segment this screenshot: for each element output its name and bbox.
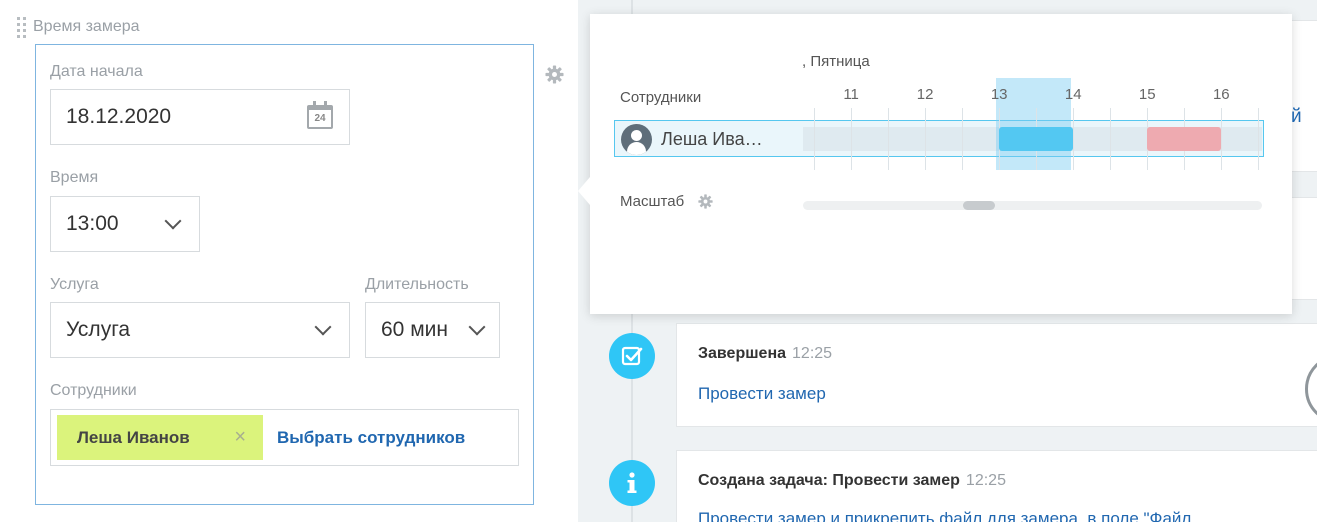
check-square-icon xyxy=(609,333,655,379)
hour-label: 16 xyxy=(1212,86,1230,103)
event-title: Завершена 12:25 xyxy=(698,345,833,362)
event-time: 12:25 xyxy=(965,472,1006,489)
time-label: Время xyxy=(50,169,99,186)
day-label: , Пятница xyxy=(802,53,870,70)
grid-line xyxy=(814,108,816,170)
employees-header: Сотрудники xyxy=(620,89,702,106)
grid-line xyxy=(888,108,890,170)
measurement-time-panel: Время замера Дата начала 18.12.2020 24 В… xyxy=(0,0,578,522)
timeline-event-completed: Завершена 12:25 Провести замер xyxy=(676,323,1317,427)
hour-label: 13 xyxy=(990,86,1008,103)
time-select[interactable]: 13:00 xyxy=(50,196,200,252)
remove-employee-icon[interactable]: × xyxy=(234,426,246,449)
grid-line xyxy=(1221,108,1223,170)
duration-value: 60 мин xyxy=(381,318,448,341)
employee-tag-name: Леша Иванов xyxy=(77,427,190,447)
grid-line xyxy=(851,108,853,170)
busy-slot[interactable] xyxy=(1147,127,1222,151)
right-edge-text: й xyxy=(1291,106,1302,127)
duration-select[interactable]: 60 мин xyxy=(365,302,500,358)
drag-handle-icon[interactable] xyxy=(17,16,31,38)
scale-label: Масштаб xyxy=(620,193,685,210)
start-date-field[interactable]: 18.12.2020 24 xyxy=(50,89,350,145)
grid-line xyxy=(925,108,927,170)
gear-icon[interactable] xyxy=(545,65,564,84)
employee-tag: Леша Иванов × xyxy=(57,415,263,460)
popup-arrow xyxy=(578,177,590,205)
hour-label: 12 xyxy=(916,86,934,103)
chevron-down-icon xyxy=(164,212,182,230)
calendar-icon[interactable]: 24 xyxy=(307,101,333,129)
chevron-down-icon xyxy=(314,318,332,336)
scale-scroll-thumb[interactable] xyxy=(963,201,995,210)
employees-label: Сотрудники xyxy=(50,382,137,399)
schedule-popup: , Пятница Сотрудники Леша Ива… Масштаб 1… xyxy=(578,14,1292,314)
grid-line xyxy=(1073,108,1075,170)
hour-label: 14 xyxy=(1064,86,1082,103)
chevron-down-icon xyxy=(468,318,486,336)
grid-line xyxy=(962,108,964,170)
section-title: Время замера xyxy=(33,18,140,35)
selected-slot[interactable] xyxy=(999,127,1074,151)
hour-label: 11 xyxy=(843,86,859,103)
duration-label: Длительность xyxy=(365,276,469,293)
time-value: 13:00 xyxy=(66,212,119,235)
info-icon xyxy=(609,460,655,506)
service-label: Услуга xyxy=(50,276,99,293)
event-link[interactable]: Провести замер xyxy=(698,384,826,404)
start-date-label: Дата начала xyxy=(50,63,143,80)
measurement-form: Дата начала 18.12.2020 24 Время 13:00 Ус… xyxy=(35,44,534,505)
grid-line xyxy=(1258,108,1260,170)
grid-line xyxy=(1110,108,1112,170)
circle-decoration xyxy=(1305,354,1317,424)
event-title: Создана задача: Провести замер 12:25 xyxy=(698,472,1006,489)
employees-field[interactable]: Леша Иванов × Выбрать сотрудников xyxy=(50,409,519,466)
select-employees-link[interactable]: Выбрать сотрудников xyxy=(277,428,465,448)
employee-row-name: Леша Ива… xyxy=(661,129,763,149)
timeline-event-created: Создана задача: Провести замер 12:25 Пров… xyxy=(676,450,1317,522)
start-date-value: 18.12.2020 xyxy=(66,105,172,128)
event-link[interactable]: Провести замер и прикрепить файл для зам… xyxy=(698,509,1191,522)
scale-gear-icon[interactable] xyxy=(698,194,713,209)
section-header: Время замера xyxy=(17,16,140,38)
hour-label: 15 xyxy=(1138,86,1156,103)
service-select[interactable]: Услуга xyxy=(50,302,350,358)
event-time: 12:25 xyxy=(792,345,833,362)
service-value: Услуга xyxy=(66,318,131,341)
scale-scroll-track[interactable] xyxy=(803,201,1262,210)
avatar xyxy=(621,124,652,155)
